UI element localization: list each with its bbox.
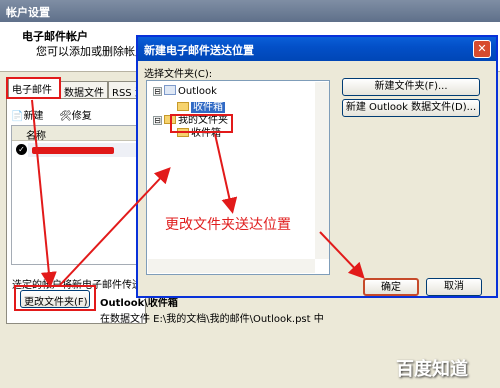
repair-account-label: 修复 — [71, 111, 92, 122]
close-icon[interactable]: ✕ — [473, 40, 491, 58]
highlight-box-email-tab — [6, 77, 61, 99]
repair-icon: 🛠 — [59, 111, 72, 122]
tree-item-outlook[interactable]: ⊟ Outlook — [153, 85, 217, 97]
tab-data-files[interactable]: 数据文件 — [60, 81, 108, 99]
horizontal-scrollbar[interactable] — [148, 259, 315, 273]
new-data-file-button[interactable]: 新建 Outlook 数据文件(D)... — [342, 99, 480, 117]
new-delivery-location-title: 新建电子邮件送达位置 — [138, 37, 496, 61]
folder-tree[interactable]: ⊟ Outlook 收件箱 ⊟ 我的文件夹 收件箱 — [146, 80, 330, 275]
cancel-button[interactable]: 取消 — [426, 278, 482, 296]
new-account-label: 新建 — [23, 111, 44, 122]
select-folder-label: 选择文件夹(C): — [144, 69, 213, 80]
new-account-button[interactable]: 📄新建 — [11, 107, 43, 122]
outlook-icon — [164, 85, 176, 95]
section-title: 电子邮件帐户 — [22, 30, 88, 43]
data-file-path: 在数据文件 E:\我的文档\我的邮件\Outlook.pst 中 — [100, 314, 324, 325]
new-delivery-location-dialog: 新建电子邮件送达位置 ✕ 选择文件夹(C): ⊟ Outlook 收件箱 ⊟ 我的文… — [136, 35, 498, 298]
vertical-scrollbar[interactable] — [315, 82, 329, 259]
list-header-name[interactable]: 名称 — [12, 126, 146, 142]
highlight-box-change-folder — [14, 285, 96, 311]
repair-account-button[interactable]: 🛠修复 — [59, 107, 92, 122]
account-list[interactable]: 名称 ✓ — [11, 125, 146, 265]
highlight-box-inbox — [170, 114, 233, 133]
annotation-text: 更改文件夹送达位置 — [165, 217, 291, 233]
ok-button[interactable]: 确定 — [363, 278, 419, 296]
check-icon: ✓ — [16, 144, 27, 155]
account-settings-title: 帐户设置 — [0, 0, 500, 22]
collapse-icon[interactable]: ⊟ — [153, 116, 162, 125]
folder-icon — [177, 102, 189, 111]
new-icon: 📄 — [11, 111, 24, 122]
watermark: 百度知道 — [396, 359, 468, 380]
new-folder-button[interactable]: 新建文件夹(F)... — [342, 78, 480, 96]
tree-item-label: Outlook — [178, 86, 217, 97]
collapse-icon[interactable]: ⊟ — [153, 87, 162, 96]
redacted-account-name — [32, 147, 114, 154]
